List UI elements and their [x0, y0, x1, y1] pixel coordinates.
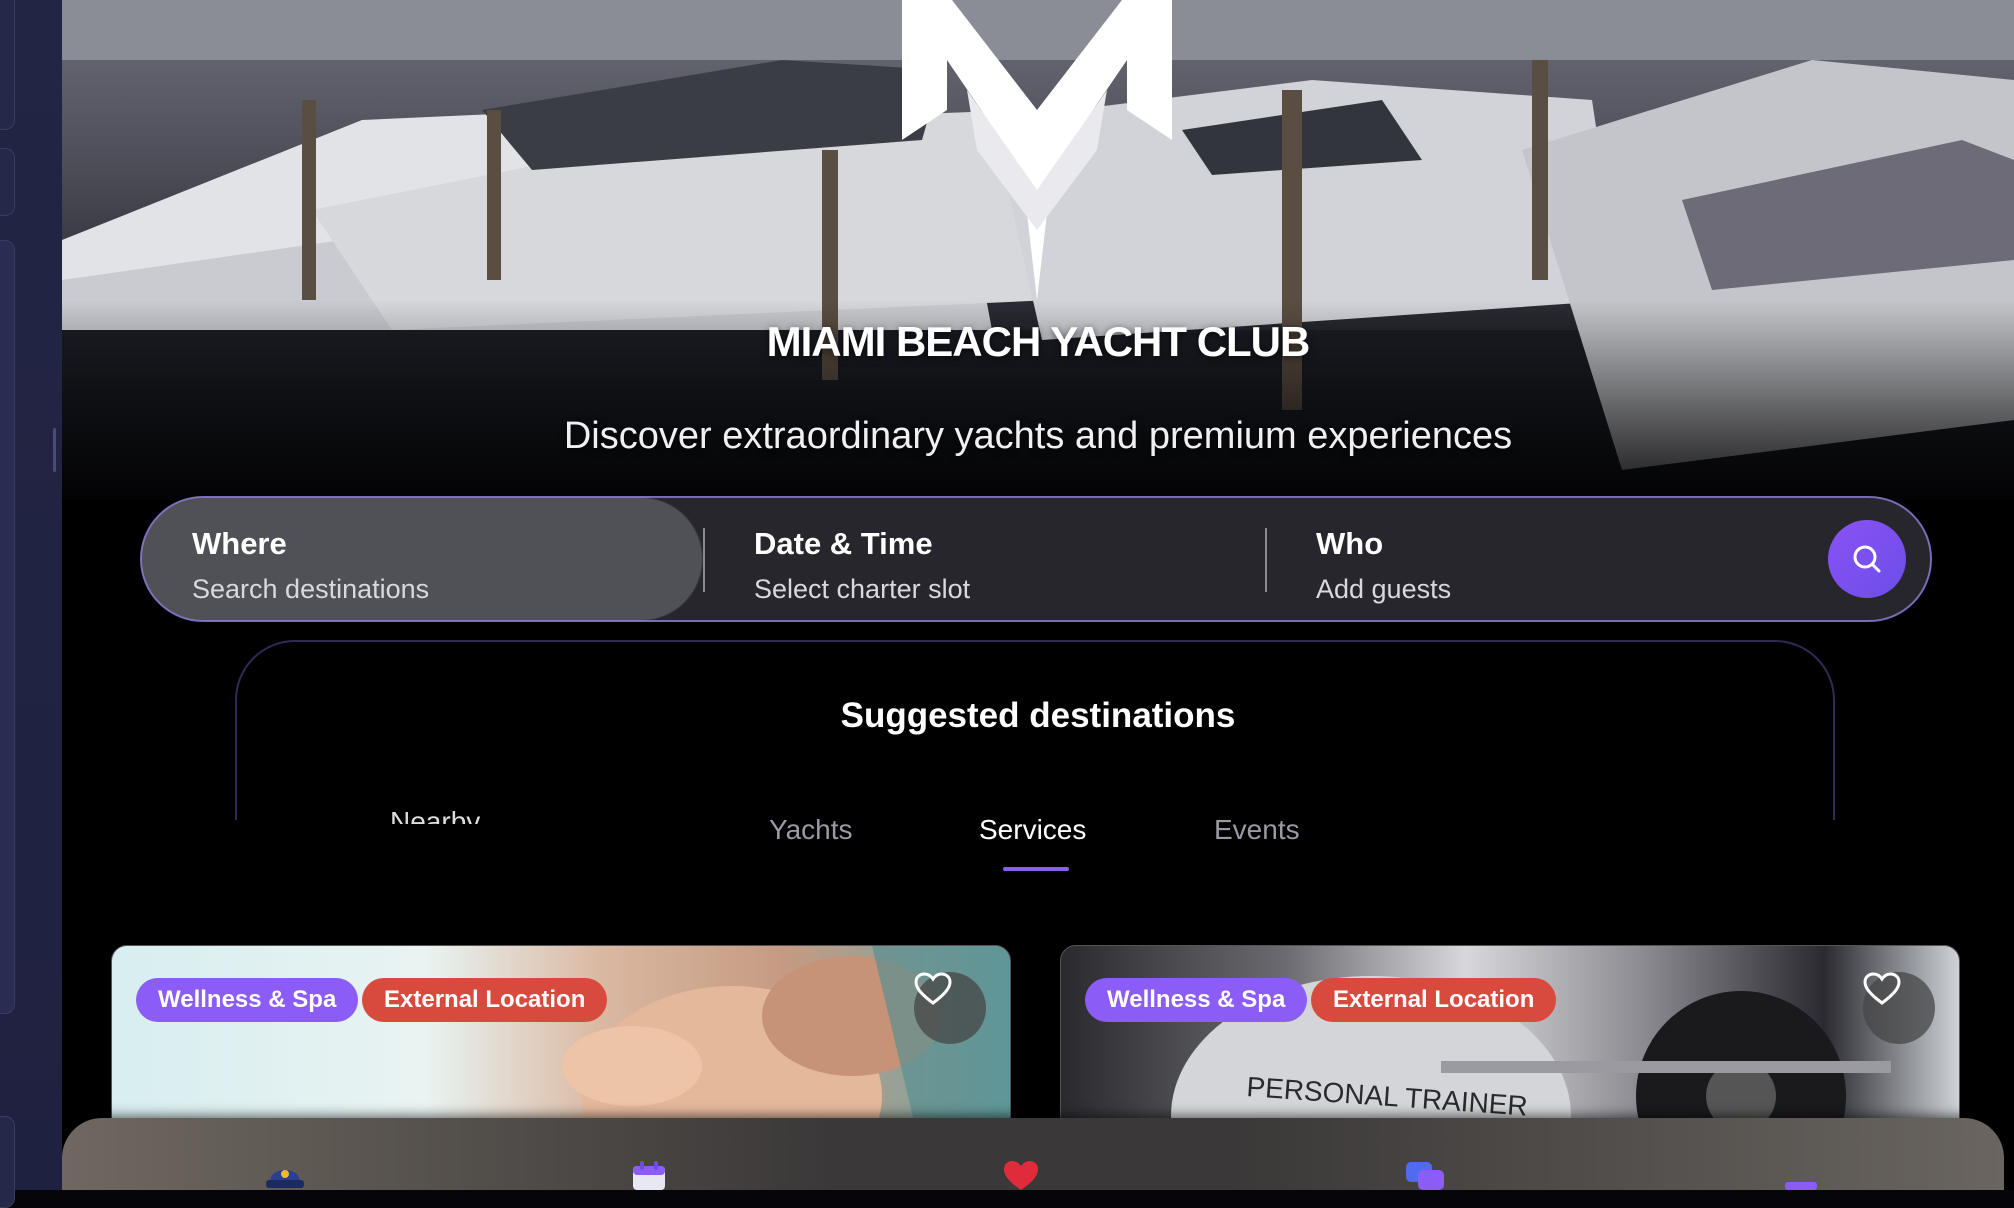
- category-tag: Wellness & Spa: [1085, 978, 1308, 1022]
- captain-hat-icon: [266, 1170, 304, 1188]
- sidebar-tab[interactable]: [0, 0, 15, 130]
- nav-favorites[interactable]: [998, 1160, 1044, 1190]
- suggested-title: Suggested destinations: [840, 696, 1236, 735]
- sidebar-panel: [0, 240, 15, 1014]
- search-bar: Where Search destinations Date & Time Se…: [140, 496, 1932, 622]
- active-tab-indicator: [1003, 867, 1069, 871]
- calendar-icon: [633, 1161, 665, 1190]
- chat-icon: [1406, 1162, 1444, 1190]
- date-time-field[interactable]: Date & Time Select charter slot: [704, 498, 1264, 620]
- location-tag: External Location: [1311, 978, 1557, 1022]
- tab-services[interactable]: Services: [979, 814, 1086, 846]
- sidebar-resize-handle[interactable]: [53, 428, 56, 472]
- date-time-placeholder: Select charter slot: [754, 574, 971, 604]
- left-sidebar: [0, 0, 62, 1208]
- date-time-label: Date & Time: [754, 526, 933, 561]
- tab-yachts[interactable]: Yachts: [769, 814, 853, 846]
- sidebar-tab[interactable]: [0, 148, 15, 216]
- guests-placeholder: Add guests: [1316, 574, 1452, 604]
- bottom-navigation: [62, 1118, 2004, 1190]
- where-field[interactable]: Where Search destinations: [142, 498, 702, 620]
- favorite-button[interactable]: [914, 972, 986, 1044]
- location-tag: External Location: [362, 978, 608, 1022]
- tab-events[interactable]: Events: [1214, 814, 1300, 846]
- search-icon: [1853, 545, 1881, 573]
- main-content: MIAMI BEACH YACHT CLUB Discover extraord…: [62, 0, 2014, 1190]
- brand-name: MIAMI BEACH YACHT CLUB: [766, 318, 1311, 365]
- favorite-button[interactable]: [1863, 972, 1935, 1044]
- sidebar-tab[interactable]: [0, 1116, 15, 1208]
- nav-messages[interactable]: [1402, 1160, 1448, 1190]
- heart-outline-icon: [1863, 972, 1901, 1005]
- search-button[interactable]: [1828, 520, 1906, 598]
- guests-field[interactable]: Who Add guests: [1266, 498, 1766, 620]
- where-label: Where: [192, 526, 287, 561]
- category-tag: Wellness & Spa: [136, 978, 359, 1022]
- club-logo: [902, 0, 1172, 300]
- guests-label: Who: [1316, 526, 1384, 561]
- nav-profile[interactable]: [1778, 1160, 1824, 1190]
- nav-captain[interactable]: [262, 1160, 308, 1190]
- tab-nearby[interactable]: Nearby: [390, 806, 480, 824]
- nav-calendar[interactable]: [626, 1160, 672, 1190]
- heart-outline-icon: [914, 972, 952, 1005]
- heart-icon: [1004, 1161, 1038, 1190]
- where-placeholder: Search destinations: [192, 574, 430, 604]
- hero-banner: MIAMI BEACH YACHT CLUB Discover extraord…: [62, 0, 2014, 500]
- hero-tagline: Discover extraordinary yachts and premiu…: [563, 415, 1513, 457]
- profile-icon: [1785, 1182, 1817, 1190]
